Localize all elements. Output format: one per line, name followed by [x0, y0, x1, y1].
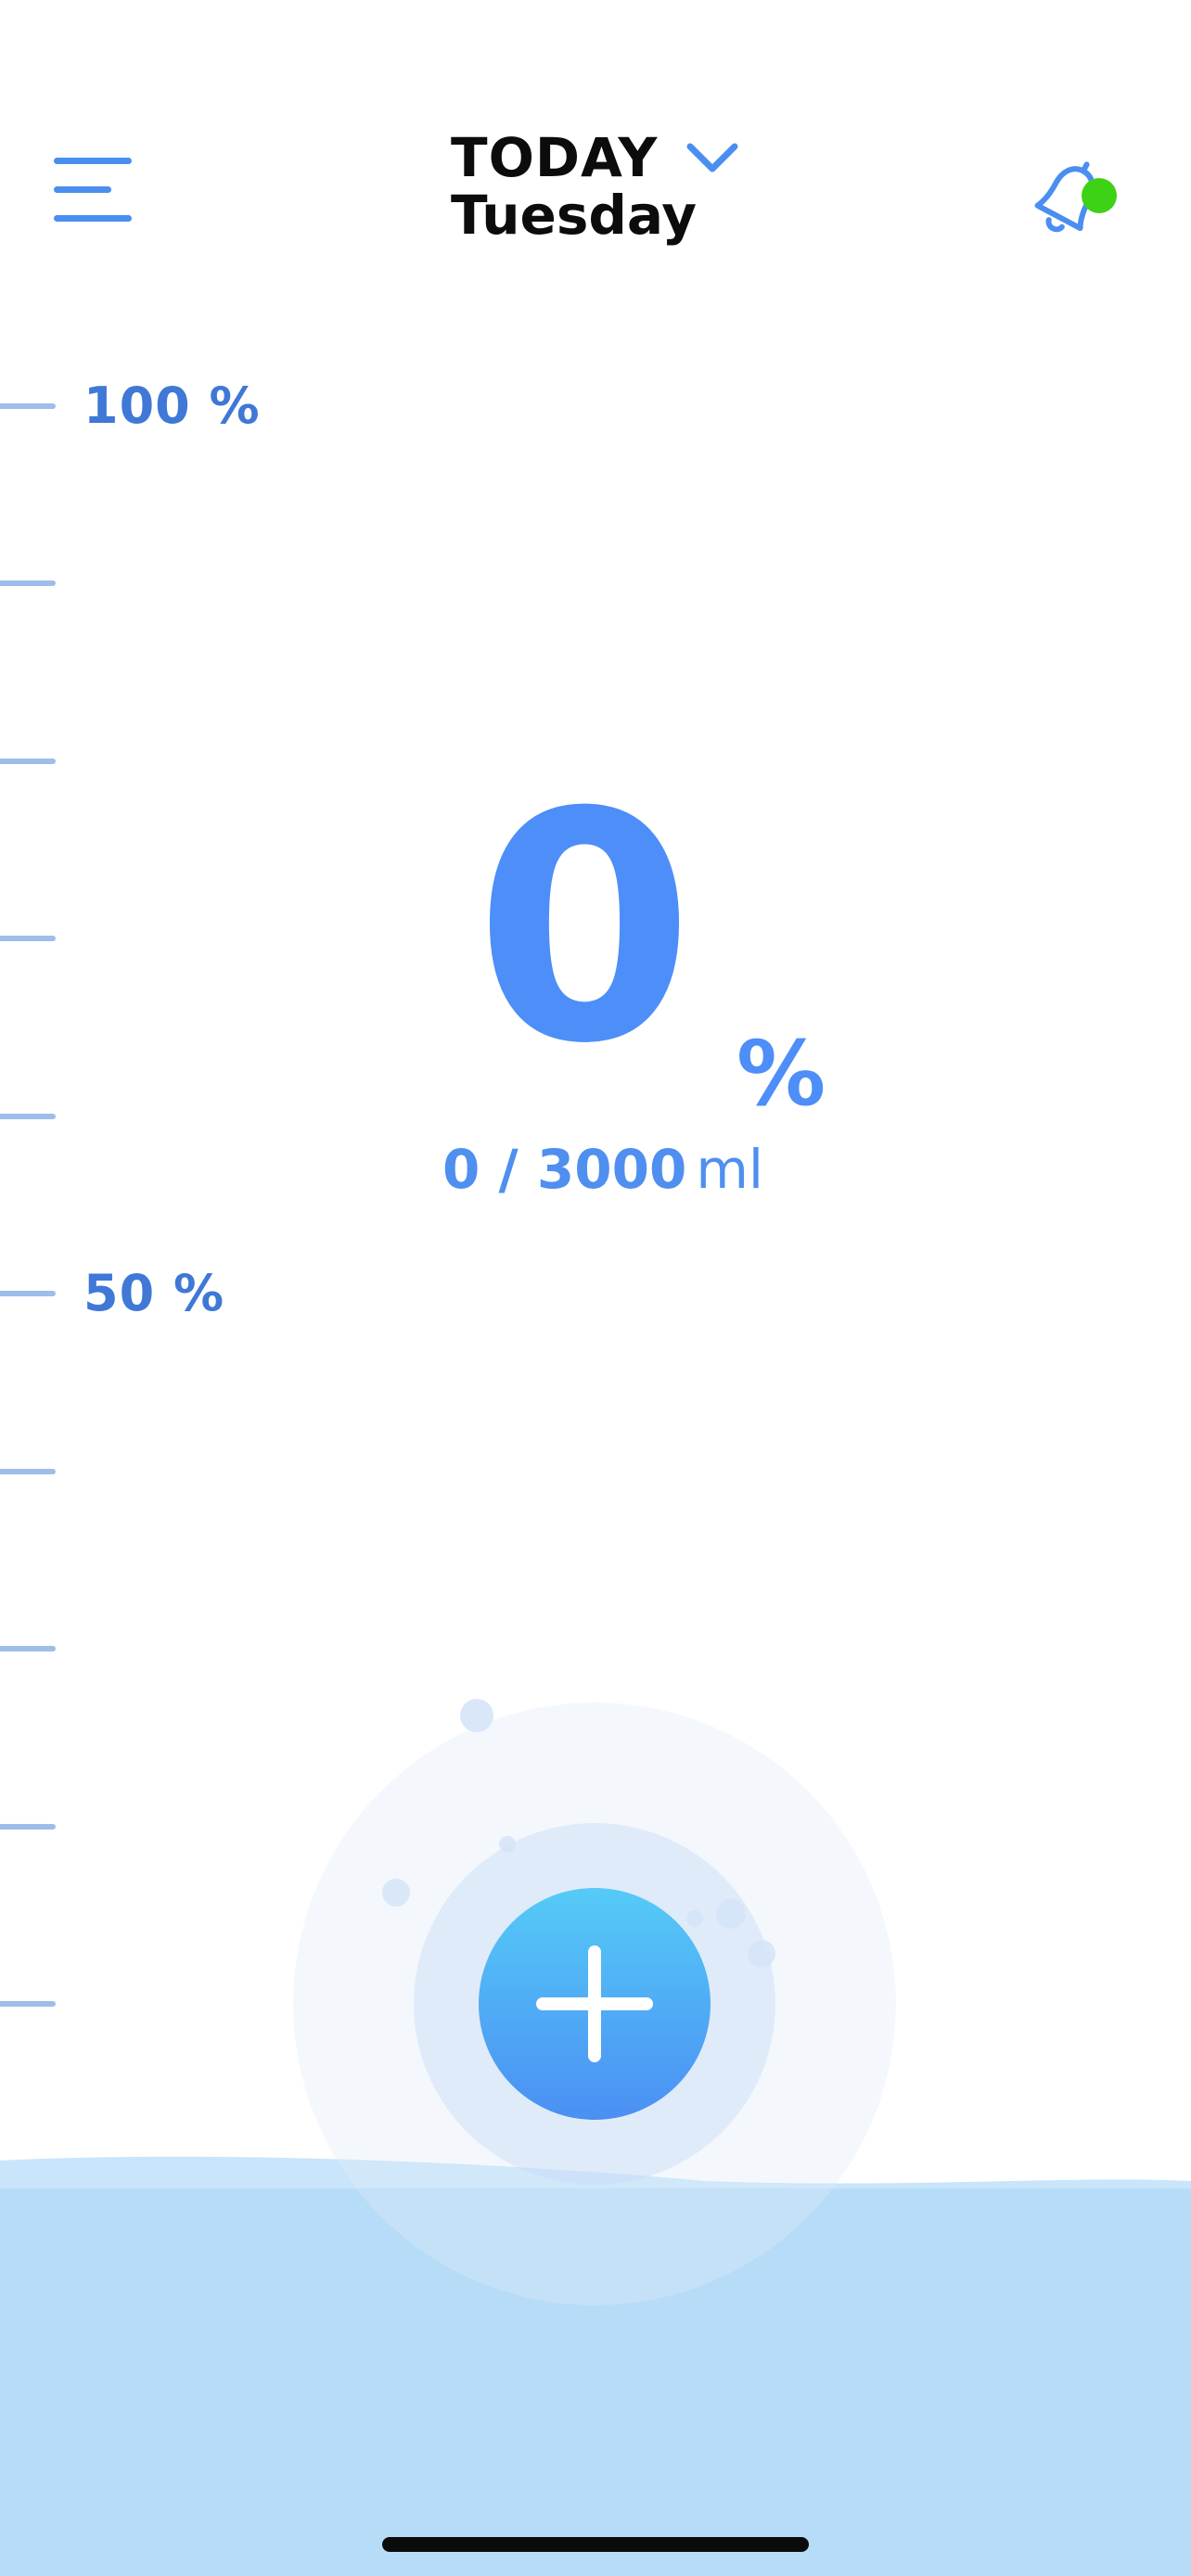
hamburger-menu-icon[interactable] — [54, 156, 134, 224]
home-indicator[interactable] — [382, 2537, 809, 2552]
bubble — [716, 1899, 746, 1929]
bubble — [460, 1699, 493, 1732]
intake-readout: 0 / 3000 ml — [371, 1137, 835, 1202]
scale-tick-40 — [0, 1469, 56, 1474]
scale-tick-70 — [0, 936, 56, 941]
bubble — [748, 1940, 775, 1968]
progress-percent-value: 0 — [474, 746, 695, 1113]
scale-tick-20 — [0, 1824, 56, 1830]
menu-line — [54, 186, 111, 193]
notification-indicator — [1082, 178, 1117, 213]
bubble — [499, 1836, 516, 1853]
progress-percent-unit: % — [736, 1022, 826, 1126]
intake-unit: ml — [696, 1138, 763, 1201]
scale-label-50: 50 % — [83, 1264, 225, 1322]
date-label: TODAY — [451, 126, 659, 189]
add-water-button[interactable] — [479, 1888, 711, 2120]
water-tracker-screen: TODAY Tuesday 100 % 50 % 0 % 0 / 3000 ml — [0, 0, 1191, 2576]
bubble — [686, 1910, 703, 1927]
scale-tick-10 — [0, 2001, 56, 2007]
scale-label-100: 100 % — [83, 376, 261, 435]
scale-tick-80 — [0, 759, 56, 764]
scale-tick-100 — [0, 403, 56, 409]
scale-tick-30 — [0, 1646, 56, 1651]
menu-line — [54, 215, 132, 222]
bubble — [382, 1879, 410, 1906]
scale-tick-90 — [0, 580, 56, 586]
notification-button[interactable] — [1011, 147, 1122, 258]
scale-tick-50 — [0, 1291, 56, 1296]
chevron-down-icon[interactable] — [685, 139, 740, 176]
date-selector[interactable]: TODAY Tuesday — [451, 128, 757, 254]
day-label: Tuesday — [451, 184, 698, 247]
intake-amount: 0 / 3000 — [442, 1138, 687, 1201]
menu-line — [54, 158, 132, 164]
scale-tick-60 — [0, 1114, 56, 1119]
